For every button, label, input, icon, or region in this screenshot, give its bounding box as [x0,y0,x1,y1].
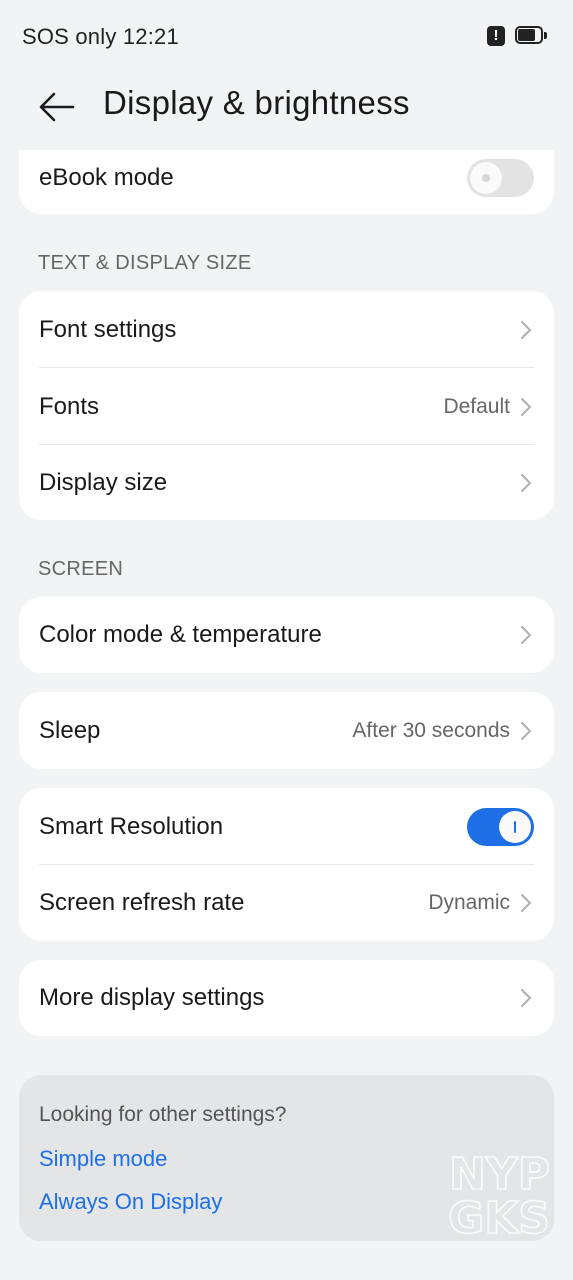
refresh-rate-row[interactable]: Screen refresh rate Dynamic [19,865,554,941]
smart-resolution-label: Smart Resolution [39,812,224,840]
chevron-right-icon [521,989,531,1007]
color-mode-row[interactable]: Color mode & temperature [19,597,554,673]
fonts-label: Fonts [39,392,100,420]
arrow-left-icon [39,92,75,122]
ebook-card: eBook mode [19,150,554,214]
chevron-right-icon [521,473,531,492]
display-size-row[interactable]: Display size [19,445,554,520]
fonts-row[interactable]: Fonts Default [19,368,554,445]
ebook-mode-label: eBook mode [39,164,174,191]
chevron-right-icon [521,397,531,416]
section-title-screen: SCREEN [38,558,124,580]
font-settings-row[interactable]: Font settings [19,291,554,368]
ebook-mode-toggle[interactable] [467,159,534,197]
color-mode-label: Color mode & temperature [39,621,322,648]
chevron-right-icon [521,320,531,339]
battery-icon [515,26,549,46]
chevron-right-icon [521,894,531,912]
text-display-card: Font settings Fonts Default Display size [19,291,554,520]
refresh-rate-value: Dynamic [428,891,510,914]
always-on-display-link[interactable]: Always On Display [39,1189,222,1215]
status-text: SOS only 12:21 [22,24,179,49]
alert-icon: ! [487,26,505,46]
more-display-settings-row[interactable]: More display settings [19,960,554,1036]
sleep-value: After 30 seconds [352,718,510,742]
fonts-value: Default [443,394,510,418]
resolution-card: Smart Resolution Screen refresh rate Dyn… [19,788,554,941]
section-title-text-display-size: TEXT & DISPLAY SIZE [38,252,252,274]
font-settings-label: Font settings [39,315,177,343]
chevron-right-icon [521,626,531,644]
svg-text:GKS: GKS [448,1193,550,1237]
watermark-logo: NYP GKS [447,1151,551,1237]
header: Display & brightness [0,70,573,150]
smart-resolution-row[interactable]: Smart Resolution [19,788,554,865]
toggle-knob [470,162,502,194]
status-icons: ! [487,24,549,48]
sleep-row[interactable]: Sleep After 30 seconds [19,692,554,769]
refresh-rate-label: Screen refresh rate [39,889,245,916]
toggle-knob [499,810,531,843]
suggestions-title: Looking for other settings? [39,1103,287,1126]
display-size-label: Display size [39,468,168,496]
simple-mode-link[interactable]: Simple mode [39,1146,167,1172]
status-bar: SOS only 12:21 ! [0,0,573,70]
ebook-mode-row[interactable]: eBook mode [19,150,554,206]
sleep-card: Sleep After 30 seconds [19,692,554,769]
more-display-settings-label: More display settings [39,984,265,1011]
page-title: Display & brightness [103,84,410,121]
smart-resolution-toggle[interactable] [467,807,534,846]
chevron-right-icon [521,721,531,740]
sleep-label: Sleep [39,716,101,744]
suggestions-card: Looking for other settings? Simple mode … [19,1075,554,1241]
color-mode-card: Color mode & temperature [19,597,554,673]
back-button[interactable] [36,86,78,128]
more-display-card: More display settings [19,960,554,1036]
